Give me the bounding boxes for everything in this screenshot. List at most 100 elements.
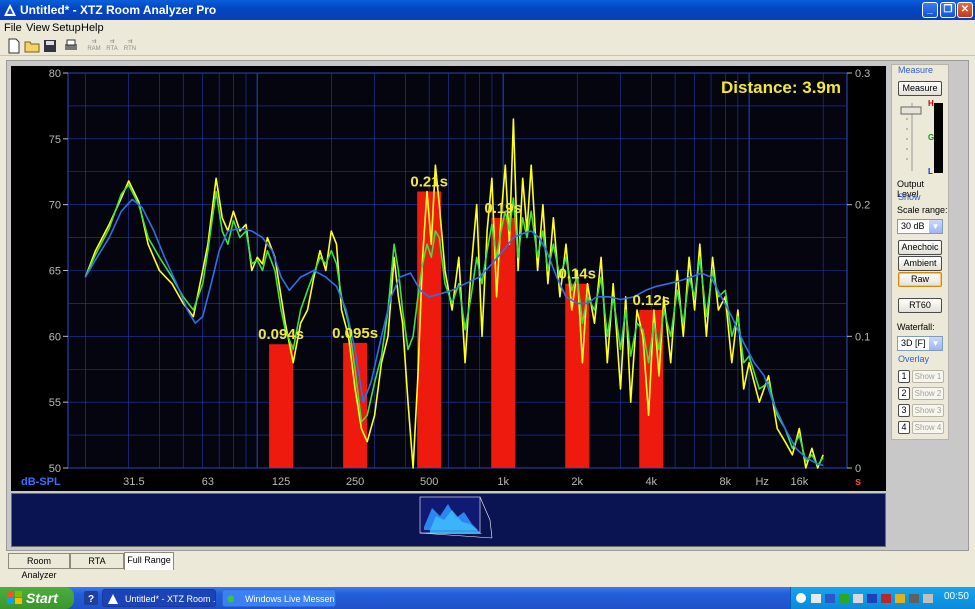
measure-button[interactable]: Measure <box>898 81 942 96</box>
ambient-button[interactable]: Ambient <box>898 256 942 271</box>
raw-button[interactable]: Raw <box>898 272 942 287</box>
save-icon[interactable] <box>42 38 58 54</box>
rt60-bar-label: 0.12s <box>632 292 670 309</box>
chevron-down-icon: ▼ <box>929 337 942 350</box>
scale-range-select[interactable]: 30 dB ▼ <box>897 219 943 234</box>
control-panel: Measure Measure H G L Output Level Show … <box>891 64 949 440</box>
x-tick-label: 1k <box>497 476 509 488</box>
show-4-button[interactable]: Show 4 <box>912 421 944 434</box>
rt60-bar-label: 0.19s <box>484 200 522 217</box>
rta-button[interactable]: ⇉ RTA <box>103 39 121 53</box>
waterfall-select[interactable]: 3D [F] ▼ <box>897 336 943 351</box>
task-label: Windows Live Messen... <box>245 594 336 604</box>
menu-setup[interactable]: Setup <box>52 22 81 34</box>
new-file-icon[interactable] <box>6 38 22 54</box>
title-bar: Untitled* - XTZ Room Analyzer Pro _ ❐ ✕ <box>0 0 975 20</box>
window-title: Untitled* - XTZ Room Analyzer Pro <box>20 3 217 17</box>
rt60-bar <box>417 191 442 468</box>
y-left-tick-label: 70 <box>49 200 61 212</box>
menu-file[interactable]: File <box>4 22 22 34</box>
clock: 00:50 <box>943 591 969 602</box>
taskbar: Start ? Untitled* - XTZ Room ... Windows… <box>0 587 975 609</box>
frequency-response-chart[interactable]: 0.094s 0.095s 0.21s 0.19s 0.14s 0.12s 50 55 60 65… <box>11 66 886 491</box>
meter-high-label: H <box>928 99 934 108</box>
waterfall-strip[interactable] <box>11 493 886 547</box>
x-tick-label: 4k <box>645 476 657 488</box>
rt60-bar-label: 0.095s <box>332 325 378 342</box>
chart-svg: 0.094s 0.095s 0.21s 0.19s 0.14s 0.12s 50 55 60 65… <box>21 68 870 488</box>
task-xtz-room[interactable]: Untitled* - XTZ Room ... <box>102 589 216 607</box>
close-button[interactable]: ✕ <box>957 2 973 18</box>
overlay-1-button[interactable]: 1 <box>898 370 910 383</box>
start-label: Start <box>26 590 58 606</box>
start-button[interactable]: Start <box>0 587 74 609</box>
y-right-tick-label: 0.3 <box>855 68 870 80</box>
rt60-button[interactable]: RT60 <box>898 298 942 313</box>
waterfall-label: Waterfall: <box>897 322 935 332</box>
rt60-bar-label: 0.21s <box>410 174 448 191</box>
tab-rta[interactable]: RTA <box>70 553 124 569</box>
task-windows-live-messenger[interactable]: Windows Live Messen... <box>222 589 336 607</box>
help-icon[interactable]: ? <box>84 591 98 605</box>
menu-view[interactable]: View <box>26 22 50 34</box>
messenger-icon <box>227 595 241 603</box>
y-right-tick-label: 0.2 <box>855 200 870 212</box>
scale-range-label: Scale range: <box>897 205 948 215</box>
overlay-3-button[interactable]: 3 <box>898 404 910 417</box>
y-axis-label: dB-SPL <box>21 476 61 488</box>
rt60-bar-label: 0.14s <box>558 266 596 283</box>
overlay-4-button[interactable]: 4 <box>898 421 910 434</box>
minimize-button[interactable]: _ <box>922 2 938 18</box>
windows-logo-icon <box>7 591 22 604</box>
x-tick-label: Hz <box>755 476 768 488</box>
tab-room-analyzer[interactable]: Room Analyzer <box>8 553 70 580</box>
tray-icons[interactable] <box>795 591 935 605</box>
waterfall-thumbnail <box>419 496 493 539</box>
system-tray: 00:50 <box>790 587 975 609</box>
rt60-bar <box>269 344 294 468</box>
y-left-tick-label: 75 <box>49 134 61 146</box>
right-axis-unit: s <box>855 476 861 488</box>
meter-mid-label: G <box>928 133 935 142</box>
y-left-tick-label: 60 <box>49 331 61 343</box>
x-tick-label: 500 <box>420 476 438 488</box>
y-left-tick-label: 65 <box>49 266 61 278</box>
x-tick-label: 250 <box>346 476 364 488</box>
y-left-tick-label: 55 <box>49 397 61 409</box>
x-tick-label: 63 <box>202 476 214 488</box>
show-3-button[interactable]: Show 3 <box>912 404 944 417</box>
maximize-button[interactable]: ❐ <box>940 2 956 18</box>
rt60-bar-label: 0.094s <box>258 326 304 343</box>
x-tick-label: 2k <box>571 476 583 488</box>
ram-button[interactable]: ⇉ RAM <box>85 39 103 53</box>
print-icon[interactable] <box>63 38 79 54</box>
anechoic-button[interactable]: Anechoic <box>898 240 942 255</box>
y-right-tick-label: 0 <box>855 463 861 475</box>
output-level-meter[interactable] <box>898 101 946 175</box>
rt60-bar <box>343 342 368 468</box>
show-group-label: Show <box>898 192 921 202</box>
x-tick-label: 31.5 <box>123 476 144 488</box>
show-1-button[interactable]: Show 1 <box>912 370 944 383</box>
rtn-button[interactable]: ⇉ RTN <box>121 39 139 53</box>
toolbar: ⇉ RAM ⇉ RTA ⇉ RTN <box>0 36 975 56</box>
distance-annotation: Distance: 3.9m <box>721 78 841 97</box>
y-left-tick-label: 80 <box>49 68 61 80</box>
menu-bar: File View Setup Help <box>0 20 975 36</box>
svg-text:?: ? <box>88 594 94 605</box>
menu-help[interactable]: Help <box>81 22 104 34</box>
measure-group-label: Measure <box>898 65 934 75</box>
show-2-button[interactable]: Show 2 <box>912 387 944 400</box>
task-label: Untitled* - XTZ Room ... <box>125 594 216 604</box>
x-tick-label: 125 <box>272 476 290 488</box>
open-folder-icon[interactable] <box>24 38 40 54</box>
view-tabs: Room Analyzer RTA Full Range <box>6 552 969 580</box>
x-tick-label: 8k <box>719 476 731 488</box>
y-left-tick-label: 50 <box>49 463 61 475</box>
overlay-group-label: Overlay <box>898 354 930 364</box>
app-icon <box>4 4 16 16</box>
chevron-down-icon: ▼ <box>929 220 942 233</box>
y-right-tick-label: 0.1 <box>855 331 870 343</box>
overlay-2-button[interactable]: 2 <box>898 387 910 400</box>
tab-full-range[interactable]: Full Range <box>124 552 174 570</box>
